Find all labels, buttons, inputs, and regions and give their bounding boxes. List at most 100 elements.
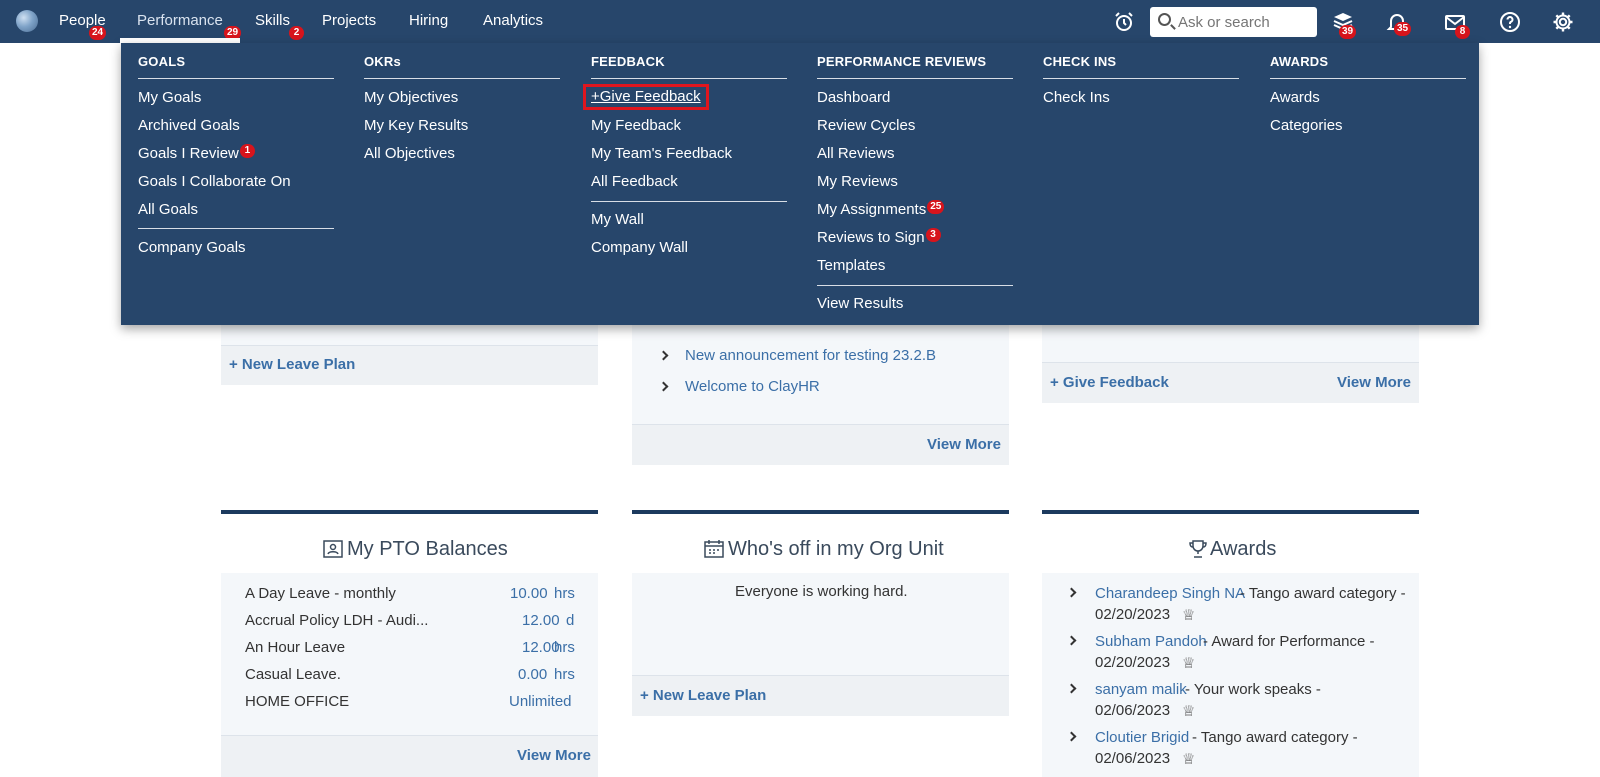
nav-performance[interactable]: Performance [137, 12, 223, 29]
card-top-border [221, 510, 598, 514]
divider [1043, 78, 1239, 79]
menu-all-feedback[interactable]: All Feedback [591, 173, 678, 190]
divider [817, 285, 1013, 286]
award-date: 02/06/2023 [1095, 750, 1171, 767]
pto-unit[interactable]: hrs [554, 639, 575, 656]
goals-review-badge: 1 [239, 144, 255, 158]
award-recipient-link[interactable]: Charandeep Singh NA [1095, 585, 1245, 602]
menu-dashboard[interactable]: Dashboard [817, 89, 890, 106]
divider [591, 201, 787, 202]
pto-value[interactable]: 0.00 [518, 666, 547, 683]
menu-templates[interactable]: Templates [817, 257, 885, 274]
calendar-icon [704, 540, 724, 558]
menu-all-objectives[interactable]: All Objectives [364, 145, 455, 162]
menu-my-key-results[interactable]: My Key Results [364, 117, 468, 134]
award-date: 02/20/2023 [1095, 606, 1171, 623]
pto-name: An Hour Leave [245, 639, 346, 656]
award-recipient-link[interactable]: Cloutier Brigid [1095, 729, 1189, 746]
trophy-icon: ♕ [1182, 703, 1196, 720]
menu-my-assignments[interactable]: My Assignments 25 [817, 200, 945, 219]
menu-my-goals[interactable]: My Goals [138, 89, 201, 106]
award-text: - Tango award category - [1240, 585, 1406, 602]
pto-name: Accrual Policy LDH - Audi... [245, 612, 429, 629]
menu-categories[interactable]: Categories [1270, 117, 1343, 134]
awards-card: Charandeep Singh NA - Tango award catego… [1042, 573, 1419, 777]
award-recipient-link[interactable]: sanyam malik [1095, 681, 1187, 698]
menu-company-wall[interactable]: Company Wall [591, 239, 688, 256]
search-input[interactable] [1178, 12, 1310, 32]
new-leave-plan-link[interactable]: + New Leave Plan [229, 356, 355, 373]
menu-all-goals[interactable]: All Goals [138, 201, 198, 218]
app-logo[interactable] [16, 10, 38, 32]
stack-badge: 39 [1339, 25, 1357, 39]
trophy-icon: ♕ [1182, 751, 1196, 768]
divider [364, 78, 560, 79]
award-text: - Your work speaks - [1185, 681, 1321, 698]
pto-value[interactable]: Unlimited [509, 693, 572, 710]
leave-card: + New Leave Plan [221, 325, 598, 385]
menu-my-teams-feedback[interactable]: My Team's Feedback [591, 145, 732, 162]
help-icon[interactable] [1498, 10, 1522, 34]
pto-unit[interactable]: hrs [554, 666, 575, 683]
pto-unit[interactable]: hrs [554, 585, 575, 602]
trophy-icon [1189, 540, 1207, 558]
mail-badge: 8 [1455, 25, 1470, 39]
menu-company-goals[interactable]: Company Goals [138, 239, 246, 256]
pto-card: A Day Leave - monthly 10.00 hrs Accrual … [221, 573, 598, 777]
bell-badge: 35 [1394, 22, 1412, 36]
pto-value[interactable]: 10.00 [510, 585, 548, 602]
view-more-link[interactable]: View More [927, 436, 1001, 453]
menu-my-reviews[interactable]: My Reviews [817, 173, 898, 190]
awards-title: Awards [1210, 538, 1277, 560]
pto-name: HOME OFFICE [245, 693, 350, 710]
pto-unit[interactable]: d [566, 612, 574, 629]
new-leave-plan-link[interactable]: + New Leave Plan [640, 687, 766, 704]
menu-awards[interactable]: Awards [1270, 89, 1320, 106]
menu-check-ins[interactable]: Check Ins [1043, 89, 1110, 106]
menu-all-reviews[interactable]: All Reviews [817, 145, 895, 162]
award-date: 02/20/2023 [1095, 654, 1171, 671]
pto-title: My PTO Balances [347, 538, 508, 560]
nav-hiring[interactable]: Hiring [409, 12, 448, 29]
menu-reviews-to-sign-label: Reviews to Sign [817, 229, 925, 246]
pto-name: A Day Leave - monthly [245, 585, 396, 602]
give-feedback-link[interactable]: + Give Feedback [1050, 374, 1169, 391]
feedback-header: FEEDBACK [591, 54, 665, 69]
nav-skills[interactable]: Skills [255, 12, 290, 29]
whos-off-title: Who's off in my Org Unit [728, 538, 944, 560]
award-text: - Award for Performance - [1203, 633, 1375, 650]
assignments-badge: 25 [927, 200, 945, 214]
alarm-clock-icon[interactable] [1112, 10, 1136, 34]
skills-badge: 2 [289, 26, 304, 40]
divider [138, 228, 334, 229]
nav-analytics[interactable]: Analytics [483, 12, 543, 29]
chevron-right-icon [1066, 731, 1077, 742]
menu-reviews-to-sign[interactable]: Reviews to Sign 3 [817, 228, 941, 247]
whos-off-card: Everyone is working hard. + New Leave Pl… [632, 573, 1009, 716]
gear-icon[interactable] [1551, 10, 1575, 34]
view-more-link[interactable]: View More [1337, 374, 1411, 391]
menu-my-wall[interactable]: My Wall [591, 211, 644, 228]
pto-value[interactable]: 12.00 [522, 612, 560, 629]
view-more-link[interactable]: View More [517, 747, 591, 764]
card-top-border [632, 510, 1009, 514]
chevron-right-icon [1066, 635, 1077, 646]
nav-projects[interactable]: Projects [322, 12, 376, 29]
search-box[interactable] [1150, 7, 1317, 37]
menu-view-results[interactable]: View Results [817, 295, 903, 312]
menu-goals-i-collaborate-on[interactable]: Goals I Collaborate On [138, 173, 291, 190]
announcement-link[interactable]: New announcement for testing 23.2.B [685, 347, 936, 364]
menu-goals-i-review[interactable]: Goals I Review 1 [138, 144, 255, 163]
goals-header: GOALS [138, 54, 186, 69]
menu-my-objectives[interactable]: My Objectives [364, 89, 458, 106]
menu-archived-goals[interactable]: Archived Goals [138, 117, 240, 134]
trophy-icon: ♕ [1182, 655, 1196, 672]
menu-my-feedback[interactable]: My Feedback [591, 117, 681, 134]
menu-give-feedback[interactable]: +Give Feedback [583, 84, 709, 110]
award-recipient-link[interactable]: Subham Pandoh [1095, 633, 1207, 650]
menu-my-assignments-label: My Assignments [817, 201, 927, 218]
reviews-to-sign-badge: 3 [925, 228, 941, 242]
menu-review-cycles[interactable]: Review Cycles [817, 117, 915, 134]
chevron-right-icon [1066, 683, 1077, 694]
announcement-link[interactable]: Welcome to ClayHR [685, 378, 820, 395]
